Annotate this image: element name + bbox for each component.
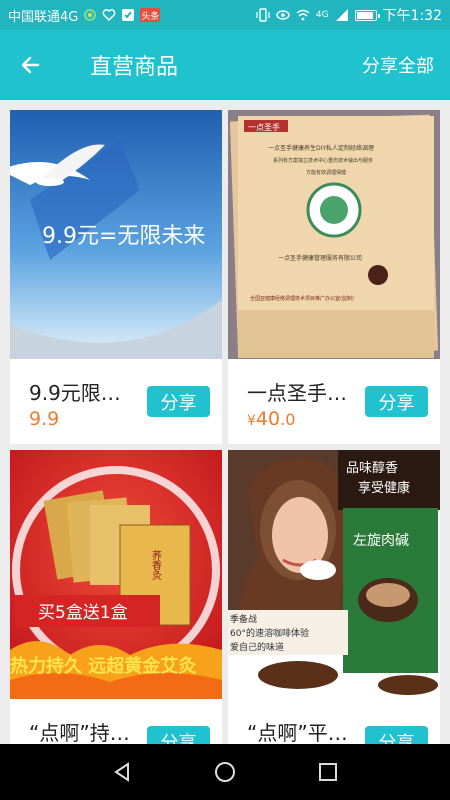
doc-line: 一点圣手健康管理服务有限公司 (278, 254, 362, 262)
app-icon (121, 8, 135, 22)
network-type: 4G (315, 10, 329, 20)
back-triangle-icon[interactable] (110, 760, 134, 784)
doc-line: 一点圣手健康养生DIY私人定制经络调理 (268, 144, 374, 152)
share-all-button[interactable]: 分享全部 (362, 52, 434, 78)
product-grid[interactable]: 9.9元=无限未来 9.9元限… 9.9 分享 一点圣手 一点圣手健康养生DIY… (10, 110, 440, 744)
toutiao-icon: 头条 (140, 8, 161, 22)
vibrate-icon (256, 8, 270, 22)
coffee-text: 季备战 (230, 613, 257, 625)
system-nav-bar (0, 744, 450, 800)
signal-icon (335, 8, 349, 22)
doc-line: 系列有方案独立技术中心重庆技术输出与服务 (273, 157, 373, 164)
product-card[interactable]: 品味醇香 享受健康 左旋肉碱 季备战 60°的速溶咖啡体验 爱自己的味道 “点啊… (228, 450, 440, 744)
promo-text: 买5盒送1盒 (38, 603, 128, 623)
product-name: “点啊”平… (247, 721, 348, 744)
status-bar: 中国联通4G 头条 4G 下午1:32 (0, 0, 450, 30)
box-title: 左旋肉碱 (353, 533, 409, 549)
box-label: 荞香灸 (150, 550, 162, 581)
home-circle-icon[interactable] (213, 760, 237, 784)
carrier-label: 中国联通4G (8, 9, 79, 25)
product-name: “点啊”持… (29, 721, 130, 744)
arrow-left-icon (21, 56, 40, 74)
tagline: 享受健康 (358, 480, 410, 496)
share-button[interactable]: 分享 (147, 386, 210, 417)
product-price: 9.9 (29, 408, 60, 430)
tagline: 品味醇香 (346, 460, 398, 476)
health-icon (102, 8, 116, 22)
coffee-text: 60°的速溶咖啡体验 (230, 627, 309, 639)
product-price: ¥40.0 (247, 408, 296, 430)
clock: 下午1:32 (382, 8, 442, 24)
share-button[interactable]: 分享 (365, 726, 428, 744)
eye-icon (276, 8, 290, 22)
share-button[interactable]: 分享 (365, 386, 428, 417)
product-card[interactable]: 一点圣手 一点圣手健康养生DIY私人定制经络调理 系列有方案独立技术中心重庆技术… (228, 110, 440, 444)
sync-icon (83, 8, 97, 22)
page-title: 直营商品 (90, 55, 179, 80)
coffee-text: 爱自己的味道 (230, 641, 284, 653)
recents-square-icon[interactable] (316, 760, 340, 784)
wifi-icon (296, 8, 310, 22)
app-bar: 直营商品 分享全部 (0, 30, 450, 100)
product-name: 9.9元限… (29, 381, 121, 405)
share-button[interactable]: 分享 (147, 726, 210, 744)
product-image: 一点圣手 一点圣手健康养生DIY私人定制经络调理 系列有方案独立技术中心重庆技术… (228, 110, 440, 359)
back-button[interactable] (0, 30, 60, 100)
product-card[interactable]: 9.9元=无限未来 9.9元限… 9.9 分享 (10, 110, 222, 444)
brand-logo: 一点圣手 (248, 122, 280, 132)
doc-line: 全国亚健康经络调理技术项目推广办公室(监制) (250, 295, 354, 302)
product-card[interactable]: 荞香灸 买5盒送1盒 热力持久 远超黄金艾灸 “点啊”持… 分享 (10, 450, 222, 744)
doc-line: 方能有效调理保健 (306, 169, 346, 176)
product-image: 品味醇香 享受健康 左旋肉碱 季备战 60°的速溶咖啡体验 爱自己的味道 (228, 450, 440, 699)
banner-text: 9.9元=无限未来 (42, 224, 205, 249)
product-image: 9.9元=无限未来 (10, 110, 222, 359)
slogan-text: 热力持久 远超黄金艾灸 (10, 655, 196, 677)
battery-icon (354, 9, 380, 21)
product-name: 一点圣手… (247, 381, 347, 405)
product-image: 荞香灸 买5盒送1盒 热力持久 远超黄金艾灸 (10, 450, 222, 699)
